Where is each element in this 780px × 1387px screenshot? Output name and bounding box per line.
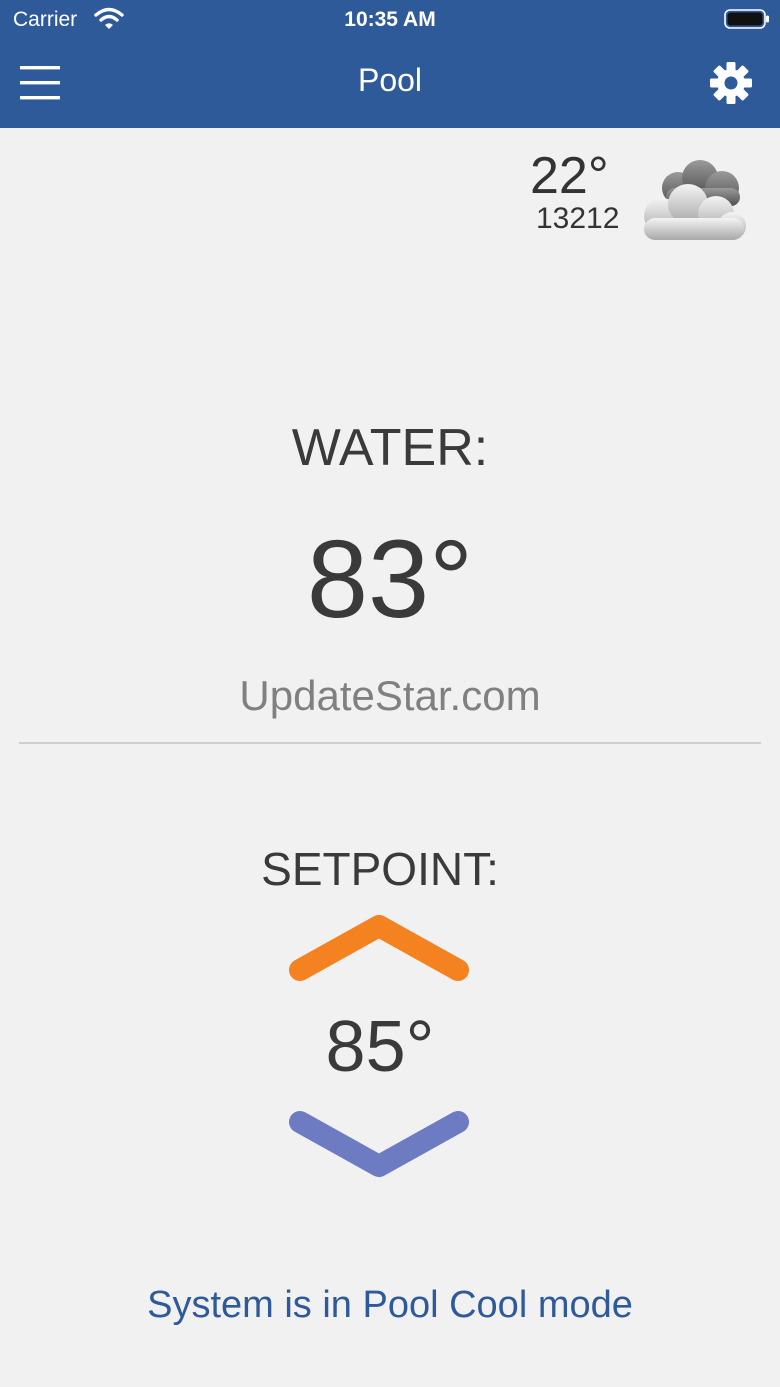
status-bar: Carrier 10:35 AM [0, 0, 780, 40]
cloud-icon [644, 160, 746, 240]
weather-zip-code: 13212 [536, 202, 620, 235]
chevron-down-icon [289, 1111, 469, 1177]
setpoint-up-button[interactable] [286, 912, 472, 986]
top-bar: Carrier 10:35 AM Pool [0, 0, 780, 128]
status-time: 10:35 AM [344, 8, 436, 31]
mode-status-text: System is in Pool Cool mode [147, 1284, 633, 1326]
section-divider [19, 742, 761, 744]
water-temperature: 83° [306, 518, 474, 641]
nav-bar: Pool [0, 40, 780, 128]
chevron-up-icon [289, 915, 469, 981]
watermark-text: UpdateStar.com [239, 672, 541, 719]
water-label: WATER: [291, 419, 489, 477]
page-title: Pool [357, 62, 423, 98]
setpoint-down-button[interactable] [286, 1106, 472, 1180]
setpoint-temperature: 85° [325, 1007, 435, 1087]
setpoint-label: SETPOINT: [261, 843, 499, 895]
outdoor-temperature: 22° [530, 147, 609, 205]
gear-icon[interactable] [708, 60, 754, 106]
weather-widget: 22° 13212 [500, 140, 770, 250]
battery-icon [724, 9, 769, 29]
